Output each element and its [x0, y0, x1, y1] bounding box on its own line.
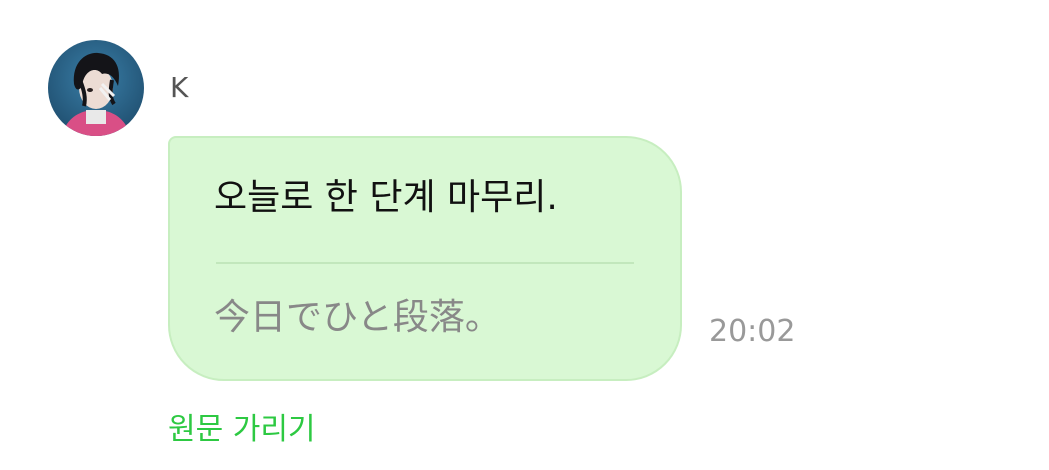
chat-view: K 오늘로 한 단계 마무리. 今日でひと段落。 20:02 원문 가리기 — [0, 0, 1049, 470]
translation-divider — [216, 262, 634, 264]
message-timestamp: 20:02 — [709, 314, 796, 349]
message-bubble[interactable]: 오늘로 한 단계 마무리. 今日でひと段落。 — [168, 136, 682, 381]
message-translated-text: 今日でひと段落。 — [214, 297, 501, 338]
message-original-text: 오늘로 한 단계 마무리. — [214, 177, 558, 218]
avatar[interactable] — [48, 40, 144, 136]
sender-name: K — [170, 71, 189, 104]
profile-photo-icon — [48, 40, 144, 136]
hide-original-button[interactable]: 원문 가리기 — [168, 410, 316, 450]
